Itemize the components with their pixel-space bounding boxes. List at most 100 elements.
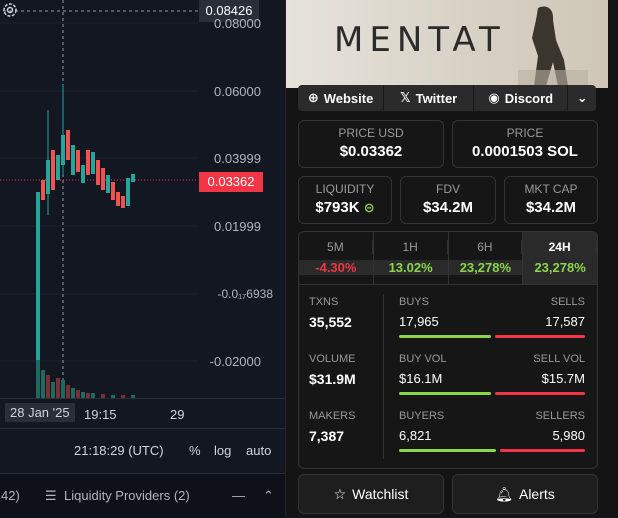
chart-bottom-bar: 21:18:29 (UTC) % log auto <box>0 428 285 473</box>
candle <box>56 155 60 180</box>
stats-divider <box>383 294 384 459</box>
buyers-bar <box>399 449 496 452</box>
utc-clock: 21:18:29 (UTC) <box>74 443 164 458</box>
buys-bar <box>399 335 491 338</box>
bell-icon: 🔔︎ <box>495 485 513 502</box>
tab-6h[interactable]: 6H 23,278% <box>448 232 524 284</box>
tab-1h[interactable]: 1H 13.02% <box>373 232 449 284</box>
fdv-card: FDV $34.2M <box>400 176 496 224</box>
watchlist-button[interactable]: ☆ Watchlist <box>298 474 444 514</box>
sell-vol-value: $15.7M <box>541 371 585 386</box>
candle <box>41 180 45 200</box>
sells-value: 17,587 <box>545 314 585 329</box>
candle <box>106 175 110 193</box>
minimize-icon[interactable]: — <box>232 488 245 503</box>
candle <box>86 150 90 175</box>
liquidity-card: LIQUIDITY $793K ⊝ <box>298 176 392 224</box>
y-axis-label: 0.03999 <box>214 151 261 166</box>
sellers-label: SELLERS <box>535 410 585 422</box>
candle <box>111 182 115 200</box>
x-axis-date-label: 28 Jan '25 <box>5 403 75 422</box>
volume-bars <box>36 360 135 398</box>
price-chart[interactable]: 0.08426 0.08000 0.06000 0.03999 0.03362 … <box>0 0 285 473</box>
y-axis-label: -0.0₁₇6938 <box>217 287 273 301</box>
period-tabs: 5M -4.30% 1H 13.02% 6H 23,278% 24H 23,278% <box>299 232 597 285</box>
fdv-value: $34.2M <box>422 199 474 216</box>
price-usd-value: $0.03362 <box>339 143 403 160</box>
fdv-label: FDV <box>436 182 460 196</box>
buy-vol-label: BUY VOL <box>399 353 447 365</box>
token-info-panel: MENTAT ⊕ Website 𝕏 Twitter ◉ Discord ⌄ PRIC… <box>285 0 618 517</box>
price-sol-value: 0.0001503 SOL <box>472 143 578 160</box>
sell-vol-bar <box>495 392 585 395</box>
price-sol-label: PRICE <box>506 126 544 140</box>
txns-label: TXNS <box>309 296 339 308</box>
candle <box>76 150 80 172</box>
sells-label: SELLS <box>550 296 585 308</box>
candle <box>126 178 130 206</box>
social-links-bar: ⊕ Website 𝕏 Twitter ◉ Discord ⌄ <box>298 85 596 111</box>
log-scale-toggle[interactable]: log <box>214 443 231 458</box>
liquidity-providers-icon: ☰ <box>45 488 57 503</box>
volume-label: VOLUME <box>309 353 356 365</box>
makers-label: MAKERS <box>309 410 356 422</box>
sellers-value: 5,980 <box>552 428 585 443</box>
y-axis-label: 0.08000 <box>214 16 261 31</box>
tab-liquidity-providers[interactable]: Liquidity Providers (2) <box>64 488 190 503</box>
twitter-link[interactable]: 𝕏 Twitter <box>384 85 475 111</box>
expand-up-icon[interactable]: ⌃ <box>263 488 274 504</box>
more-links-chevron-down-icon[interactable]: ⌄ <box>568 85 596 111</box>
tab-24h[interactable]: 24H 23,278% <box>523 232 597 284</box>
price-usd-label: PRICE USD <box>338 126 404 140</box>
makers-value: 7,387 <box>309 428 345 444</box>
banner-figure-icon <box>518 6 588 88</box>
candle <box>131 174 135 182</box>
candle <box>116 192 120 206</box>
price-usd-card: PRICE USD $0.03362 <box>298 120 444 168</box>
token-banner: MENTAT <box>286 0 608 88</box>
candle <box>51 150 55 190</box>
x-axis: 28 Jan '25 19:15 29 <box>0 398 285 429</box>
auto-scale-toggle[interactable]: auto <box>246 443 271 458</box>
stats-box: 5M -4.30% 1H 13.02% 6H 23,278% 24H 23,278% T… <box>298 231 598 469</box>
liquidity-label: LIQUIDITY <box>315 182 375 196</box>
bottom-tab-bar: 42) ☰ Liquidity Providers (2) — ⌃ <box>0 473 285 518</box>
candle <box>71 145 75 175</box>
buy-vol-bar <box>399 392 491 395</box>
lock-icon: ⊝ <box>363 200 375 215</box>
candle <box>96 160 100 185</box>
tab-count-fragment[interactable]: 42) <box>1 488 20 503</box>
txns-value: 35,552 <box>309 314 352 330</box>
alerts-button[interactable]: 🔔︎ Alerts <box>452 474 598 514</box>
buyers-label: BUYERS <box>399 410 445 422</box>
globe-icon: ⊕ <box>307 90 319 105</box>
star-icon: ☆ <box>333 485 347 502</box>
x-axis-label: 29 <box>170 407 185 422</box>
y-axis-label: 0.06000 <box>214 84 261 99</box>
liquidity-value: $793K ⊝ <box>315 199 375 216</box>
price-sol-card: PRICE 0.0001503 SOL <box>452 120 598 168</box>
sellers-bar <box>500 449 585 452</box>
discord-icon: ◉ <box>488 90 500 105</box>
volume-value: $31.9M <box>309 371 356 387</box>
candles-svg <box>0 0 198 398</box>
x-axis-time-label: 19:15 <box>84 407 117 422</box>
discord-link[interactable]: ◉ Discord <box>474 85 569 111</box>
tab-5m[interactable]: 5M -4.30% <box>299 232 374 284</box>
y-axis-label: 0.01999 <box>214 219 261 234</box>
buys-label: BUYS <box>399 296 429 308</box>
candle <box>66 130 70 160</box>
mktcap-card: MKT CAP $34.2M <box>504 176 598 224</box>
current-price-label: 0.03362 <box>199 172 263 192</box>
percent-scale-toggle[interactable]: % <box>189 443 201 458</box>
buys-value: 17,965 <box>399 314 439 329</box>
sell-vol-label: SELL VOL <box>533 353 585 365</box>
sells-bar <box>495 335 585 338</box>
candle <box>101 168 105 190</box>
website-link[interactable]: ⊕ Website <box>298 85 385 111</box>
chart-settings-gear-icon[interactable] <box>0 0 20 20</box>
buy-vol-value: $16.1M <box>399 371 443 386</box>
candles <box>36 85 135 398</box>
x-icon: 𝕏 <box>400 90 411 105</box>
candle <box>91 152 95 174</box>
